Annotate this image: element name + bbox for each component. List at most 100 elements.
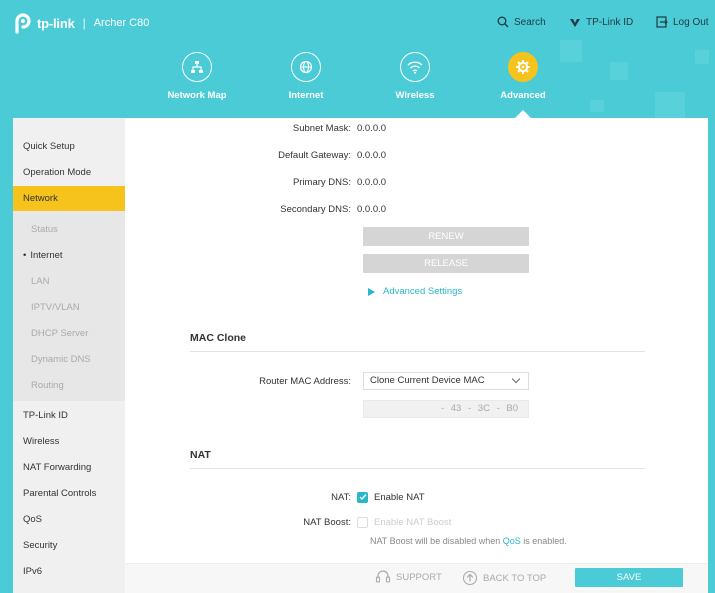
- mac-clone-title: MAC Clone: [190, 332, 246, 344]
- chevron-down-icon: [511, 374, 521, 384]
- sidebar-item-tplink-id[interactable]: TP-Link ID: [13, 403, 125, 429]
- nat-boost-label: NAT Boost:: [303, 516, 351, 528]
- sidebar-item-network[interactable]: Network: [13, 186, 125, 212]
- sidebar-subitem-dhcp[interactable]: DHCP Server: [13, 321, 125, 347]
- sidebar-item-security[interactable]: Security: [13, 533, 125, 559]
- nav-wireless[interactable]: Wireless: [375, 52, 455, 101]
- sidebar-item-nat-forwarding[interactable]: NAT Forwarding: [13, 455, 125, 481]
- header: tp-link | Archer C80 Search TP-Link ID L…: [0, 0, 715, 118]
- globe-icon: [291, 52, 321, 82]
- search-link-label: Search: [514, 16, 546, 28]
- nat-note-suffix: is enabled.: [520, 536, 567, 546]
- sidebar-item-quick-setup[interactable]: Quick Setup: [13, 134, 125, 160]
- headset-icon: [375, 570, 391, 583]
- enable-nat-checkbox[interactable]: Enable NAT: [357, 491, 425, 503]
- nat-boost-note: NAT Boost will be disabled when QoS is e…: [370, 536, 567, 546]
- secondary-dns-value: 0.0.0.0: [357, 203, 387, 215]
- default-gateway-value: 0.0.0.0: [357, 149, 387, 161]
- primary-dns-row: Primary DNS: 0.0.0.0: [125, 172, 708, 192]
- tplink-id-link[interactable]: TP-Link ID: [569, 16, 633, 28]
- default-gateway-label: Default Gateway:: [278, 149, 351, 161]
- wifi-icon: [400, 52, 430, 82]
- nav-advanced[interactable]: Advanced: [483, 52, 563, 101]
- active-nav-pointer: [515, 110, 531, 118]
- search-icon: [497, 16, 509, 28]
- nat-note-text: NAT Boost will be disabled when: [370, 536, 503, 546]
- section-divider: [190, 351, 645, 352]
- secondary-dns-label: Secondary DNS:: [280, 203, 351, 215]
- main-content: Subnet Mask: 0.0.0.0 Default Gateway: 0.…: [125, 118, 708, 593]
- release-button[interactable]: RELEASE: [363, 254, 529, 273]
- tplink-logo-icon: [15, 13, 31, 34]
- nav-label: Internet: [288, 90, 324, 101]
- sidebar-subitem-status[interactable]: Status: [13, 217, 125, 243]
- primary-dns-label: Primary DNS:: [292, 176, 351, 188]
- renew-button[interactable]: RENEW: [363, 227, 529, 246]
- nav-internet[interactable]: Internet: [266, 52, 346, 101]
- sidebar-item-ipv6[interactable]: IPv6: [13, 559, 125, 585]
- decor-block: [610, 62, 628, 80]
- decor-block: [655, 92, 685, 118]
- model-name: Archer C80: [93, 17, 150, 29]
- enable-nat-label: Enable NAT: [374, 491, 425, 503]
- back-to-top-label: BACK TO TOP: [483, 572, 547, 584]
- decor-block: [590, 100, 604, 112]
- brand-separator: |: [82, 16, 86, 30]
- nav-network-map[interactable]: Network Map: [157, 52, 237, 101]
- sidebar-item-qos[interactable]: QoS: [13, 507, 125, 533]
- sidebar: Quick Setup Operation Mode Network Statu…: [13, 118, 125, 593]
- nav-label: Wireless: [395, 90, 435, 101]
- mac-address-field[interactable]: - 43 - 3C - B0: [363, 400, 529, 418]
- search-link[interactable]: Search: [497, 16, 546, 28]
- logo[interactable]: tp-link | Archer C80: [12, 12, 149, 34]
- advanced-settings-toggle[interactable]: Advanced Settings: [368, 286, 462, 297]
- network-map-icon: [182, 52, 212, 82]
- decor-block: [695, 50, 709, 64]
- tplink-id-label: TP-Link ID: [586, 16, 634, 28]
- support-button[interactable]: SUPPORT: [375, 570, 442, 584]
- nat-boost-row: NAT Boost: Enable NAT Boost: [125, 512, 708, 532]
- logout-icon: [656, 16, 668, 28]
- sidebar-subitem-routing[interactable]: Routing: [13, 373, 125, 399]
- qos-link[interactable]: QoS: [503, 536, 521, 546]
- sidebar-subitem-ddns[interactable]: Dynamic DNS: [13, 347, 125, 373]
- section-divider: [190, 468, 645, 469]
- sidebar-subitem-iptv[interactable]: IPTV/VLAN: [13, 295, 125, 321]
- tplink-id-icon: [570, 19, 580, 27]
- sidebar-subitem-lan[interactable]: LAN: [13, 269, 125, 295]
- primary-dns-value: 0.0.0.0: [357, 176, 387, 188]
- logout-label: Log Out: [673, 16, 709, 28]
- default-gateway-row: Default Gateway: 0.0.0.0: [125, 145, 708, 165]
- mac-clone-select-value: Clone Current Device MAC: [370, 375, 485, 386]
- nav-label: Advanced: [500, 90, 546, 101]
- decor-block: [560, 40, 582, 62]
- sidebar-item-parental-controls[interactable]: Parental Controls: [13, 481, 125, 507]
- mac-clone-select[interactable]: Clone Current Device MAC: [363, 372, 529, 390]
- logout-link[interactable]: Log Out: [656, 16, 709, 28]
- sidebar-subitem-internet[interactable]: Internet: [13, 243, 125, 269]
- router-mac-label: Router MAC Address:: [259, 375, 351, 387]
- enable-nat-boost-label: Enable NAT Boost: [374, 516, 452, 528]
- advanced-settings-label: Advanced Settings: [383, 286, 463, 297]
- sidebar-item-wireless[interactable]: Wireless: [13, 429, 125, 455]
- expand-triangle-icon: [368, 287, 375, 296]
- subnet-mask-row: Subnet Mask: 0.0.0.0: [125, 118, 708, 138]
- nat-row: NAT: Enable NAT: [125, 487, 708, 507]
- nat-title: NAT: [190, 449, 211, 461]
- arrow-up-icon: [462, 570, 478, 586]
- footer-bar: SUPPORT BACK TO TOP SAVE: [125, 563, 708, 593]
- sidebar-item-operation-mode[interactable]: Operation Mode: [13, 160, 125, 186]
- subnet-mask-label: Subnet Mask:: [292, 122, 351, 134]
- brand-name: tp-link: [37, 15, 75, 31]
- nav-label: Network Map: [167, 90, 227, 101]
- gear-icon: [508, 52, 538, 82]
- secondary-dns-row: Secondary DNS: 0.0.0.0: [125, 199, 708, 219]
- save-button[interactable]: SAVE: [575, 568, 683, 587]
- support-label: SUPPORT: [396, 571, 442, 583]
- subnet-mask-value: 0.0.0.0: [357, 122, 387, 134]
- enable-nat-boost-checkbox[interactable]: Enable NAT Boost: [357, 516, 452, 528]
- checkbox-empty-icon: [357, 516, 368, 528]
- back-to-top-button[interactable]: BACK TO TOP: [462, 570, 546, 586]
- nat-label: NAT:: [331, 491, 351, 503]
- checkmark-icon: [357, 491, 368, 503]
